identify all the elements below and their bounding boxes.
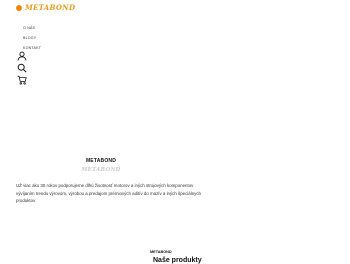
logo-mark-icon [16,4,22,11]
hero-description: UŽ viac ako 30 rokov podporujeme dlhú ži… [16,183,201,204]
products-label: METABOND [150,250,172,254]
cart-icon[interactable] [17,75,27,85]
user-icon[interactable] [17,51,27,61]
logo-text: METABOND [25,3,76,12]
nav-item-o-nas[interactable]: O NÁS [23,26,41,36]
site-logo[interactable]: METABOND [16,3,75,12]
products-heading: Naše produkty [153,257,202,264]
hero-brand-logo: METABOND [81,167,121,173]
nav-item-blogy[interactable]: BLOGY [23,36,41,46]
search-icon[interactable] [17,63,27,73]
hero-brand-title: METABOND [85,158,117,164]
